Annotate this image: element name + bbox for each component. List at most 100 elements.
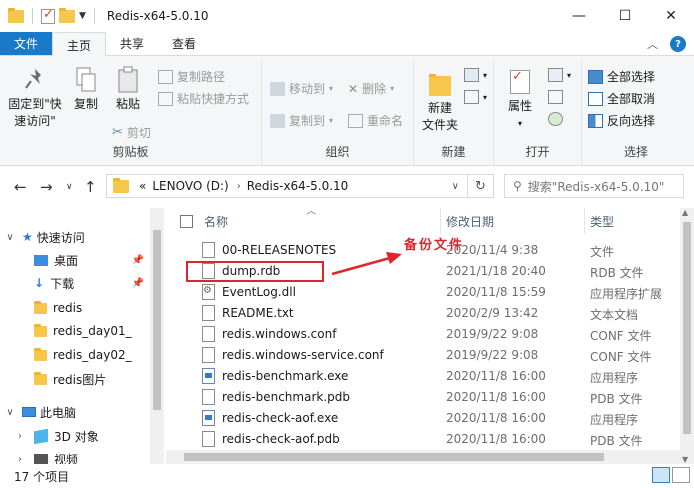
copy-to-button[interactable]: 复制到 ▾ [270, 112, 333, 129]
invert-selection-button[interactable]: 反向选择 [588, 112, 655, 129]
open-icon [548, 68, 563, 82]
file-type: PDB 文件 [590, 434, 643, 448]
chevron-down-icon[interactable]: ∨ [4, 407, 16, 418]
tree-item-redis[interactable]: redis [0, 297, 150, 319]
edit-button[interactable] [548, 90, 563, 104]
refresh-icon[interactable]: ↻ [467, 175, 493, 197]
file-row[interactable]: redis.windows.conf 2019/9/22 9:08 CONF 文件 [166, 324, 694, 345]
copy-path-button[interactable]: 复制路径 [158, 68, 225, 85]
new-item-icon [464, 68, 479, 82]
open-button[interactable]: ▾ [548, 68, 571, 82]
tree-item-redis-day01[interactable]: redis_day01_ [0, 320, 150, 342]
highlight-box [186, 261, 324, 282]
tree-item-desktop[interactable]: 桌面 📌 [0, 249, 150, 271]
desktop-icon [34, 254, 48, 266]
customize-dropdown-icon[interactable]: ▼ [79, 11, 86, 21]
large-icons-view-button[interactable] [672, 467, 690, 483]
cut-button[interactable]: ✂ 剪切 [112, 124, 151, 141]
breadcrumb-drive[interactable]: LENOVO (D:) [152, 179, 228, 193]
application-icon [202, 368, 215, 384]
properties-quick-icon[interactable] [41, 7, 55, 24]
chevron-down-icon[interactable]: ∨ [4, 232, 16, 243]
new-item-button[interactable]: ▾ [464, 68, 487, 82]
close-button[interactable]: ✕ [648, 0, 694, 32]
horizontal-scrollbar[interactable] [166, 450, 680, 464]
tree-item-label: 下载 [50, 276, 75, 291]
tab-view[interactable]: 查看 [158, 32, 210, 55]
file-icon [202, 431, 215, 447]
paste-shortcut-button[interactable]: 粘贴快捷方式 [158, 90, 249, 107]
file-list-scrollbar[interactable]: ▲ ▼ [680, 208, 694, 464]
copy-icon [76, 67, 96, 92]
maximize-button[interactable]: ☐ [602, 0, 648, 32]
properties-button[interactable]: 属性 ▾ [502, 68, 538, 132]
search-input[interactable]: ⚲ 搜索"Redis-x64-5.0.10" [504, 174, 684, 198]
pin-icon[interactable]: 📌 [132, 255, 144, 266]
column-header-type[interactable]: 类型 [590, 208, 614, 234]
copy-button[interactable]: 复制 [70, 66, 102, 113]
chevron-right-icon[interactable]: › [14, 431, 26, 442]
file-row[interactable]: redis-check-aof.pdb 2020/11/8 16:00 PDB 文件 [166, 429, 694, 450]
delete-button[interactable]: ✕ 删除 ▾ [348, 80, 394, 97]
select-all-button[interactable]: 全部选择 [588, 68, 655, 85]
open-group-label: 打开 [525, 145, 550, 159]
folder-icon [34, 347, 47, 361]
breadcrumb-overflow[interactable]: « [139, 179, 146, 193]
column-header-name[interactable]: 名称 [204, 208, 228, 234]
scissors-icon: ✂ [112, 125, 123, 140]
tab-share[interactable]: 共享 [106, 32, 158, 55]
copy-to-icon [270, 113, 285, 128]
tree-item-this-pc[interactable]: ∨ 此电脑 [0, 401, 150, 423]
new-folder-quick-icon[interactable] [59, 7, 75, 23]
address-bar[interactable]: « LENOVO (D:) › Redis-x64-5.0.10 ∨ ↻ [106, 174, 494, 198]
recent-locations-icon[interactable]: ∨ [66, 182, 73, 192]
file-row[interactable]: README.txt 2020/2/9 13:42 文本文档 [166, 303, 694, 324]
pin-quick-access-button[interactable]: 固定到"快速访问" [4, 66, 66, 130]
collapse-ribbon-icon[interactable]: ︿ [647, 36, 658, 52]
help-icon[interactable]: ? [670, 36, 686, 52]
address-dropdown-icon[interactable]: ∨ [452, 181, 459, 192]
new-folder-button[interactable]: 新建 文件夹 [418, 70, 462, 134]
forward-arrow-icon[interactable]: → [40, 178, 53, 196]
breadcrumb-folder[interactable]: Redis-x64-5.0.10 [247, 179, 349, 193]
paste-button[interactable]: 粘贴 [108, 66, 148, 113]
computer-icon [22, 407, 36, 417]
select-none-button[interactable]: 全部取消 [588, 90, 655, 107]
file-row[interactable]: redis-benchmark.exe 2020/11/8 16:00 应用程序 [166, 366, 694, 387]
easy-access-icon [464, 90, 479, 104]
tree-item-quick-access[interactable]: ∨ ★ 快速访问 [0, 226, 150, 248]
file-icon [202, 242, 215, 258]
file-name: redis.windows.conf [222, 327, 337, 341]
file-row[interactable]: redis-benchmark.pdb 2020/11/8 16:00 PDB 文件 [166, 387, 694, 408]
tree-item-redis-day02[interactable]: redis_day02_ [0, 344, 150, 366]
chevron-right-icon[interactable]: › [14, 454, 26, 465]
tab-file[interactable]: 文件 [0, 32, 53, 55]
tree-item-videos[interactable]: › 视频 [0, 448, 150, 464]
tree-item-redis-images[interactable]: redis图片 [0, 368, 150, 390]
back-arrow-icon[interactable]: ← [14, 178, 27, 196]
organize-group-label: 组织 [325, 145, 350, 159]
tree-item-label: 快速访问 [36, 230, 85, 245]
file-type: 文本文档 [590, 308, 639, 322]
tab-home[interactable]: 主页 [52, 32, 107, 57]
pin-icon[interactable]: 📌 [132, 278, 144, 289]
minimize-button[interactable]: — [556, 0, 602, 32]
easy-access-button[interactable]: ▾ [464, 90, 487, 104]
details-view-button[interactable] [652, 467, 670, 483]
up-arrow-icon[interactable]: ↑ [84, 178, 97, 196]
file-name: 00-RELEASENOTES [222, 243, 337, 257]
breadcrumb-chevron-icon[interactable]: › [237, 181, 241, 192]
history-button[interactable] [548, 112, 563, 126]
file-row[interactable]: EventLog.dll 2020/11/8 15:59 应用程序扩展 [166, 282, 694, 303]
file-row[interactable]: redis.windows-service.conf 2019/9/22 9:08… [166, 345, 694, 366]
rename-button[interactable]: 重命名 [348, 112, 403, 129]
column-header-date[interactable]: 修改日期 [446, 208, 494, 234]
select-all-checkbox[interactable] [180, 208, 193, 234]
file-row[interactable]: redis-check-aof.exe 2020/11/8 16:00 应用程序 [166, 408, 694, 429]
tree-item-downloads[interactable]: ↓ 下载 📌 [0, 272, 150, 294]
nav-scrollbar[interactable] [150, 208, 164, 464]
new-group: 新建 文件夹 ▾ ▾ 新建 [414, 60, 494, 164]
tree-item-3d-objects[interactable]: › 3D 对象 [0, 425, 150, 447]
move-to-button[interactable]: 移动到 ▾ [270, 80, 333, 97]
file-name: redis-check-aof.exe [222, 411, 339, 425]
